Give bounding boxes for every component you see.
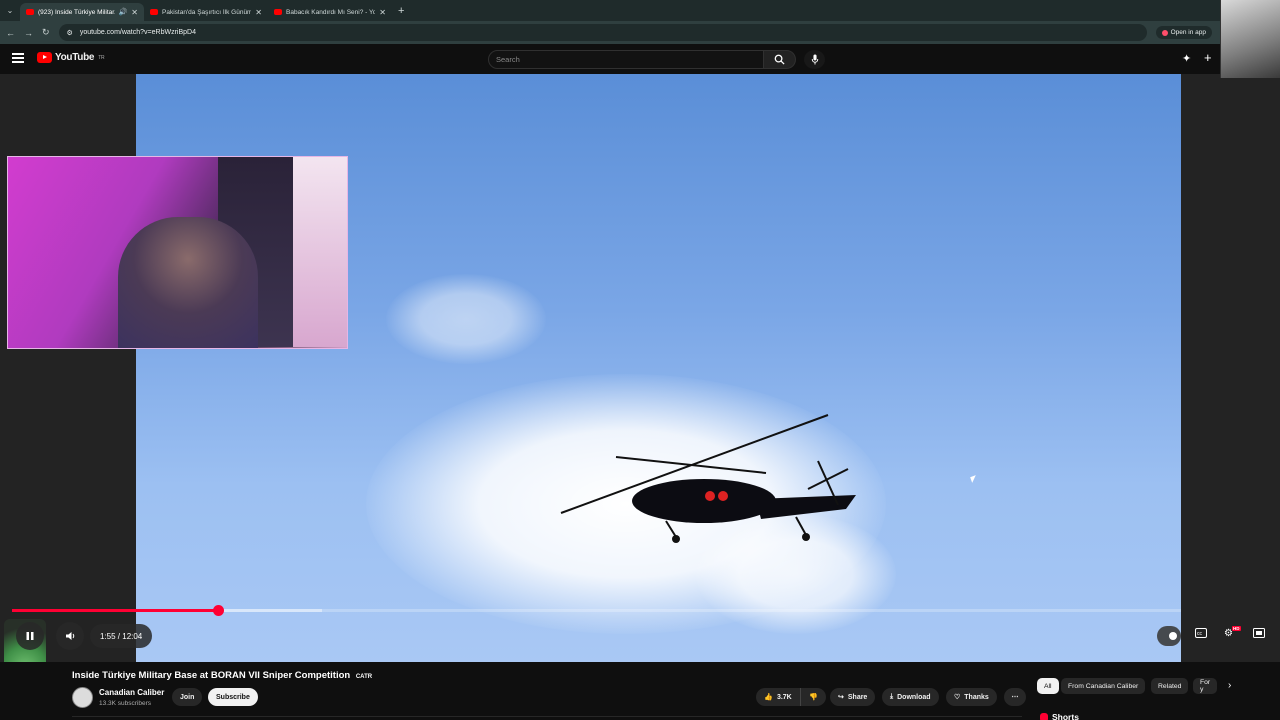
new-tab-icon[interactable]: + xyxy=(398,5,404,17)
shorts-icon xyxy=(1040,712,1048,720)
divider xyxy=(72,716,1022,717)
search-placeholder: Search xyxy=(496,55,520,64)
tab-title: (923) Inside Türkiye Militar... xyxy=(38,8,115,16)
youtube-play-icon xyxy=(37,52,52,63)
logo-text: YouTube xyxy=(55,52,95,63)
thanks-icon: ♡ xyxy=(954,694,961,701)
video-title-suffix: CATR xyxy=(355,674,373,680)
voice-search-button[interactable] xyxy=(804,50,825,69)
shorts-label: Shorts xyxy=(1052,712,1079,720)
more-icon: ⋯ xyxy=(1011,694,1019,701)
video-player[interactable]: 1:55 / 12:04 cc ⚙ HD xyxy=(0,74,1280,681)
chip-from-channel[interactable]: From Canadian Caliber xyxy=(1061,678,1146,694)
cloud xyxy=(386,274,546,364)
svg-text:cc: cc xyxy=(1197,631,1203,637)
portrait-photo xyxy=(1220,0,1280,78)
download-button[interactable]: ⤓ Download xyxy=(882,688,939,706)
close-tab-icon[interactable]: ✕ xyxy=(255,8,262,17)
streamer-webcam xyxy=(7,156,348,349)
share-label: Share xyxy=(847,693,868,701)
autoplay-toggle[interactable] xyxy=(1157,626,1181,646)
browser-tab[interactable]: Babacık Kandırdı Mı Seni? - You ✕ xyxy=(268,3,392,21)
channel-avatar[interactable] xyxy=(72,687,93,708)
theater-mode-icon[interactable] xyxy=(1253,628,1265,641)
share-button[interactable]: ↪ Share xyxy=(830,688,876,706)
pause-button[interactable] xyxy=(16,622,44,650)
app-icon xyxy=(1161,29,1168,36)
video-info: Inside Türkiye Military Base at BORAN VI… xyxy=(0,662,1280,720)
captions-icon[interactable]: cc xyxy=(1195,628,1207,641)
more-actions-button[interactable]: ⋯ xyxy=(1004,688,1026,706)
streamer xyxy=(118,217,258,348)
thumbs-down-icon: 👎 xyxy=(809,694,818,701)
url-text: youtube.com/watch?v=eRbWzriBpD4 xyxy=(79,29,196,36)
tab-title: Babacık Kandırdı Mı Seni? - You xyxy=(286,8,376,16)
volume-button[interactable] xyxy=(56,622,84,650)
search-button[interactable] xyxy=(764,50,796,69)
window xyxy=(293,157,347,347)
youtube-favicon-icon xyxy=(274,9,282,15)
video-title-text: Inside Türkiye Military Base at BORAN VI… xyxy=(72,670,351,681)
progress-bar[interactable] xyxy=(12,605,1181,616)
hd-badge: HD xyxy=(1232,626,1241,631)
share-icon: ↪ xyxy=(838,694,844,701)
address-bar: ← → ↻ ⚙ youtube.com/watch?v=eRbWzriBpD4 … xyxy=(0,21,1280,44)
tab-search-icon[interactable]: ⌄ xyxy=(0,0,20,21)
tab-title: Pakistan'da Şaşırtıcı İlk Günüm xyxy=(162,8,252,16)
autoplay-knob xyxy=(1169,632,1177,640)
youtube-favicon-icon xyxy=(26,9,34,15)
helicopter xyxy=(560,414,856,543)
open-in-app-button[interactable]: Open in app xyxy=(1155,26,1212,39)
chip-related[interactable]: Related xyxy=(1151,678,1189,694)
browser-tab[interactable]: Pakistan'da Şaşırtıcı İlk Günüm ✕ xyxy=(144,3,268,21)
close-tab-icon[interactable]: ✕ xyxy=(379,8,386,17)
dislike-button[interactable]: 👎 xyxy=(800,688,826,706)
download-label: Download xyxy=(897,693,931,701)
chat-icon[interactable]: ✦ xyxy=(1182,52,1191,65)
chevron-right-icon[interactable]: › xyxy=(1228,680,1231,691)
thanks-label: Thanks xyxy=(964,693,989,701)
search-icon xyxy=(774,54,785,65)
thumbs-up-icon: 👍 xyxy=(764,694,773,701)
forward-icon[interactable]: → xyxy=(24,28,33,38)
microphone-icon xyxy=(811,54,818,65)
chip-all[interactable]: All xyxy=(1037,678,1059,694)
reload-icon[interactable]: ↻ xyxy=(42,27,50,38)
played-bar xyxy=(12,609,218,612)
like-count: 3.7K xyxy=(776,693,792,701)
pause-icon xyxy=(26,632,34,640)
channel-name[interactable]: Canadian Caliber xyxy=(99,688,164,697)
speaker-icon[interactable]: 🔊 xyxy=(119,8,128,16)
chip-for-you[interactable]: For y xyxy=(1193,678,1217,694)
video-title: Inside Türkiye Military Base at BORAN VI… xyxy=(72,670,372,681)
download-icon: ⤓ xyxy=(890,693,894,700)
url-field[interactable]: ⚙ youtube.com/watch?v=eRbWzriBpD4 xyxy=(58,24,1147,41)
youtube-masthead: YouTube TR Search ✦ + xyxy=(0,44,1280,74)
search-input[interactable]: Search xyxy=(488,50,764,69)
join-button[interactable]: Join xyxy=(172,688,203,706)
region-code: TR xyxy=(98,54,105,61)
subscriber-count: 13.3K subscribers xyxy=(99,700,152,707)
scrubber-handle[interactable] xyxy=(212,605,224,616)
thanks-button[interactable]: ♡ Thanks xyxy=(946,688,997,706)
time-display: 1:55 / 12:04 xyxy=(90,624,153,648)
create-icon[interactable]: + xyxy=(1204,50,1212,65)
like-button[interactable]: 👍 3.7K xyxy=(756,688,800,706)
subscribe-button[interactable]: Subscribe xyxy=(208,688,258,706)
shorts-header[interactable]: Shorts xyxy=(1040,712,1079,720)
close-tab-icon[interactable]: ✕ xyxy=(131,8,138,17)
browser-tab-active[interactable]: (923) Inside Türkiye Militar... 🔊 ✕ xyxy=(20,3,144,21)
volume-icon xyxy=(65,632,74,640)
youtube-logo[interactable]: YouTube TR xyxy=(37,52,105,63)
youtube-favicon-icon xyxy=(150,9,158,15)
back-icon[interactable]: ← xyxy=(6,28,15,38)
browser-tab-strip: ⌄ (923) Inside Türkiye Militar... 🔊 ✕ Pa… xyxy=(0,0,1280,21)
site-info-icon[interactable]: ⚙ xyxy=(67,29,73,37)
open-in-app-label: Open in app xyxy=(1170,29,1206,36)
menu-icon[interactable] xyxy=(12,53,24,63)
